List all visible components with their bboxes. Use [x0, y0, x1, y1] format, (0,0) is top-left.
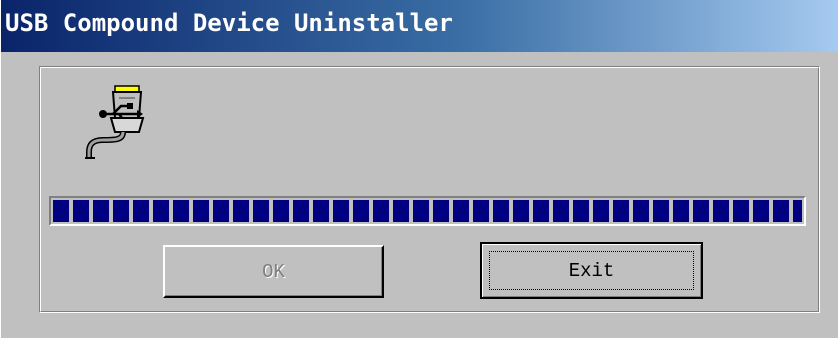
window-title: USB Compound Device Uninstaller: [5, 9, 453, 37]
uninstaller-window: USB Compound Device Uninstaller OK Exit: [0, 0, 838, 338]
usb-plug-icon: [85, 85, 145, 159]
uninstall-progress-bar: [49, 196, 806, 226]
ok-button-label: OK: [262, 260, 285, 283]
exit-button[interactable]: Exit: [480, 242, 703, 299]
exit-button-label: Exit: [568, 259, 615, 282]
ok-button[interactable]: OK: [163, 245, 384, 298]
title-bar[interactable]: USB Compound Device Uninstaller: [1, 0, 838, 52]
progress-fill: [53, 200, 802, 222]
